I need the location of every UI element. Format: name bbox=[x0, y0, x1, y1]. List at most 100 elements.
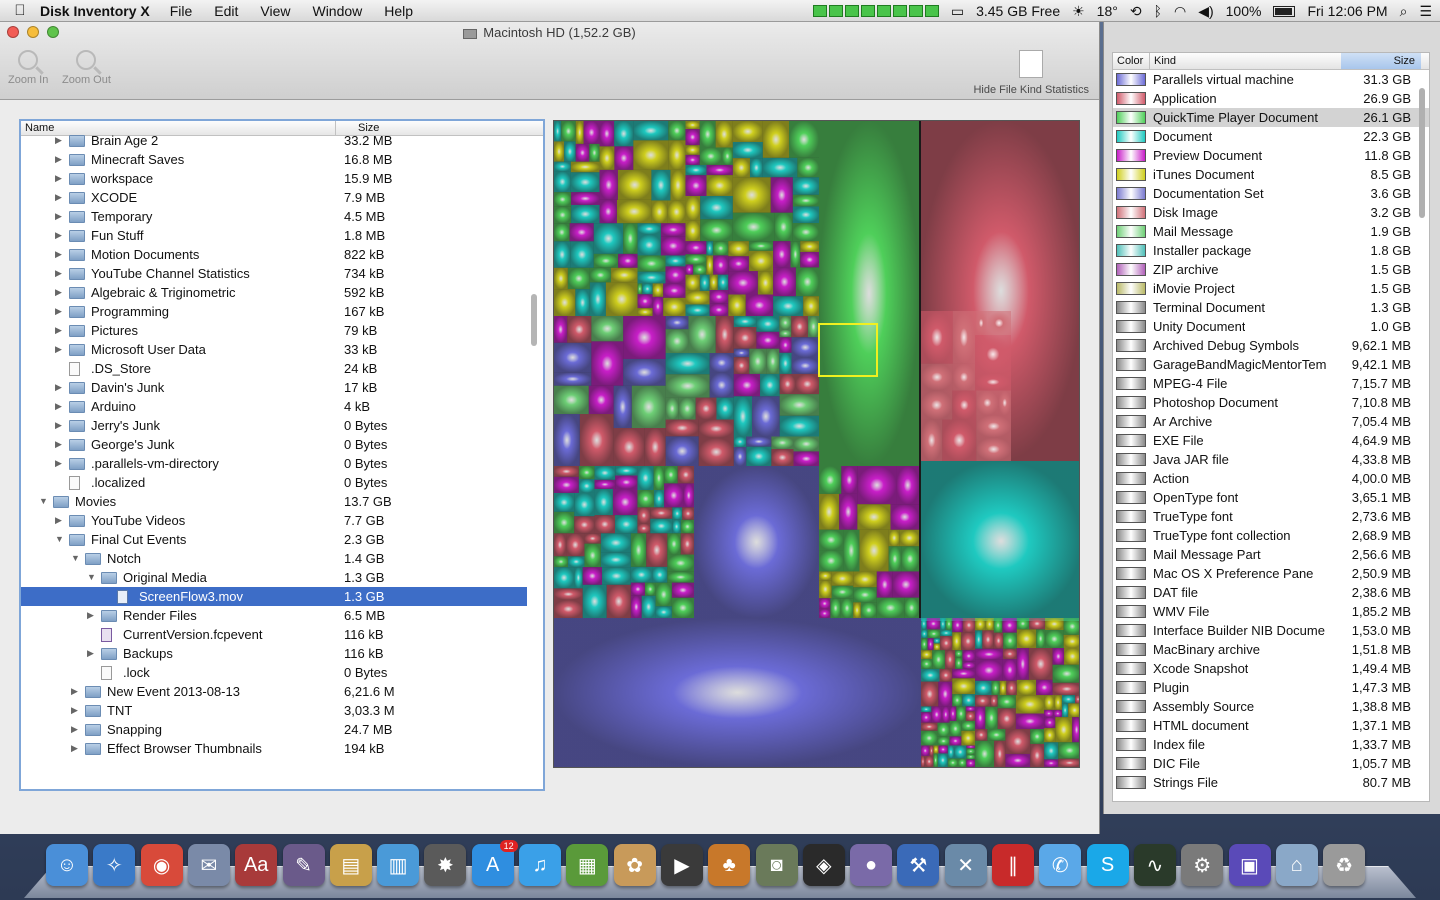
treemap-cell[interactable] bbox=[774, 212, 793, 242]
outline-row[interactable]: ▼ Movies 13.7 GB bbox=[21, 492, 527, 511]
disclosure-collapsed-icon[interactable]: ▶ bbox=[55, 245, 65, 264]
treemap-cell[interactable] bbox=[685, 274, 700, 291]
treemap-cell[interactable] bbox=[715, 121, 733, 148]
photo-editor-icon[interactable]: ✿ bbox=[613, 844, 656, 886]
treemap-cell[interactable] bbox=[655, 606, 672, 618]
treemap-cell[interactable] bbox=[1052, 664, 1079, 683]
treemap-cell[interactable] bbox=[1016, 618, 1030, 630]
disclosure-collapsed-icon[interactable]: ▶ bbox=[71, 739, 81, 758]
treemap-cell[interactable] bbox=[940, 629, 953, 637]
treemap-cell[interactable] bbox=[721, 147, 733, 165]
treemap-cell[interactable] bbox=[931, 706, 942, 723]
treemap-cell[interactable] bbox=[791, 357, 819, 374]
outline-row[interactable]: .lock 0 Bytes bbox=[21, 663, 527, 682]
treemap-cell[interactable] bbox=[791, 337, 819, 358]
treemap-cell[interactable] bbox=[819, 580, 832, 599]
treemap-cell[interactable] bbox=[728, 271, 758, 295]
treemap-cell[interactable] bbox=[748, 250, 774, 272]
treemap-cell[interactable] bbox=[975, 648, 1003, 660]
treemap-cell[interactable] bbox=[653, 490, 665, 508]
treemap-cell[interactable] bbox=[665, 353, 710, 375]
temperature-status[interactable]: 18° bbox=[1097, 3, 1118, 19]
treemap-cell[interactable] bbox=[975, 729, 988, 741]
kind-row[interactable]: Plugin 1,47.3 MB bbox=[1113, 678, 1429, 697]
skype-icon[interactable]: S bbox=[1086, 844, 1129, 886]
treemap-cell[interactable] bbox=[613, 385, 632, 429]
treemap-cell[interactable] bbox=[578, 479, 595, 493]
finder-icon[interactable]: ☺ bbox=[46, 844, 88, 886]
treemap-cell[interactable] bbox=[671, 597, 694, 618]
treemap-cell[interactable] bbox=[554, 223, 570, 242]
disclosure-collapsed-icon[interactable]: ▶ bbox=[55, 454, 65, 473]
kind-row[interactable]: Java JAR file 4,33.8 MB bbox=[1113, 450, 1429, 469]
treemap-cell[interactable] bbox=[1044, 759, 1059, 767]
treemap-cell[interactable] bbox=[993, 618, 1003, 633]
treemap-cell[interactable] bbox=[667, 200, 686, 224]
treemap-cell[interactable] bbox=[667, 571, 694, 583]
treemap-cell[interactable] bbox=[599, 199, 617, 224]
kind-row[interactable]: iMovie Project 1.5 GB bbox=[1113, 279, 1429, 298]
outline-row[interactable]: ▶ Pictures 79 kB bbox=[21, 321, 527, 340]
treemap-cell[interactable] bbox=[921, 668, 940, 682]
treemap-cell[interactable] bbox=[554, 342, 592, 373]
treemap-cell[interactable] bbox=[554, 533, 567, 557]
treemap-cell[interactable] bbox=[1030, 729, 1045, 744]
treemap-cell[interactable] bbox=[792, 223, 819, 242]
treemap-cell[interactable] bbox=[994, 740, 1006, 767]
numbers-icon[interactable]: ▥ bbox=[377, 844, 420, 886]
treemap-cell[interactable] bbox=[665, 419, 699, 437]
treemap-cell[interactable] bbox=[745, 294, 774, 316]
treemap-cell[interactable] bbox=[975, 659, 1003, 681]
treemap-cell[interactable] bbox=[571, 192, 600, 205]
outline-row[interactable]: ▶ Effect Browser Thumbnails 194 kB bbox=[21, 739, 527, 758]
treemap-cell[interactable] bbox=[612, 488, 638, 516]
treemap-cell[interactable] bbox=[685, 241, 707, 255]
wifi-icon[interactable]: ◠ bbox=[1174, 3, 1186, 20]
treemap-cell[interactable] bbox=[957, 758, 967, 767]
treemap-cell[interactable] bbox=[921, 390, 953, 420]
treemap-cell[interactable] bbox=[932, 650, 945, 669]
treemap-cell[interactable] bbox=[773, 267, 796, 297]
treemap-cell[interactable] bbox=[807, 316, 819, 338]
kind-row[interactable]: ZIP archive 1.5 GB bbox=[1113, 260, 1429, 279]
treemap-cell[interactable] bbox=[652, 283, 664, 297]
sphere-app-icon[interactable]: ● bbox=[850, 844, 893, 886]
treemap-cell[interactable] bbox=[706, 164, 733, 176]
treemap-cell[interactable] bbox=[962, 618, 976, 633]
treemap-cell[interactable] bbox=[652, 296, 664, 316]
treemap-cell[interactable] bbox=[1044, 717, 1056, 729]
treemap-cell[interactable] bbox=[554, 192, 572, 207]
disclosure-collapsed-icon[interactable]: ▶ bbox=[55, 340, 65, 359]
iphoto-icon[interactable]: ◙ bbox=[755, 844, 798, 886]
treemap-cell[interactable] bbox=[941, 706, 950, 723]
treemap-cell[interactable] bbox=[991, 680, 1000, 696]
outline-row[interactable]: ▼ Final Cut Events 2.3 GB bbox=[21, 530, 527, 549]
treemap-cell[interactable] bbox=[655, 582, 672, 607]
treemap-cell[interactable] bbox=[749, 158, 763, 178]
treemap-cell[interactable] bbox=[663, 297, 686, 316]
treemap-cell[interactable] bbox=[1058, 742, 1079, 759]
treemap-cell[interactable] bbox=[966, 759, 976, 767]
treemap-cell[interactable] bbox=[921, 755, 925, 767]
treemap-cell[interactable] bbox=[779, 329, 792, 338]
treemap-cell[interactable] bbox=[952, 694, 963, 707]
treemap-cell[interactable] bbox=[1055, 717, 1073, 743]
treemap-cell[interactable] bbox=[564, 141, 576, 162]
treemap-cell[interactable] bbox=[876, 597, 905, 618]
treemap-cell[interactable] bbox=[1030, 743, 1045, 767]
treemap-cell[interactable] bbox=[589, 267, 612, 283]
disclosure-collapsed-icon[interactable]: ▶ bbox=[87, 606, 97, 625]
treemap-cell[interactable] bbox=[667, 554, 694, 572]
unity-icon[interactable]: ◈ bbox=[802, 844, 845, 886]
disclosure-collapsed-icon[interactable]: ▶ bbox=[71, 682, 81, 701]
safari-icon[interactable]: ✧ bbox=[93, 844, 136, 886]
treemap-cell[interactable] bbox=[819, 608, 831, 618]
treemap-cell[interactable] bbox=[853, 587, 877, 603]
treemap-cell[interactable] bbox=[1003, 632, 1017, 649]
treemap-cell[interactable] bbox=[637, 283, 643, 295]
apple-menu-icon[interactable]:  bbox=[0, 2, 40, 19]
treemap-cell[interactable] bbox=[732, 212, 775, 242]
quill-icon[interactable]: ✎ bbox=[282, 844, 325, 886]
treemap-cell[interactable] bbox=[962, 694, 976, 707]
treemap-cell[interactable] bbox=[760, 373, 780, 397]
